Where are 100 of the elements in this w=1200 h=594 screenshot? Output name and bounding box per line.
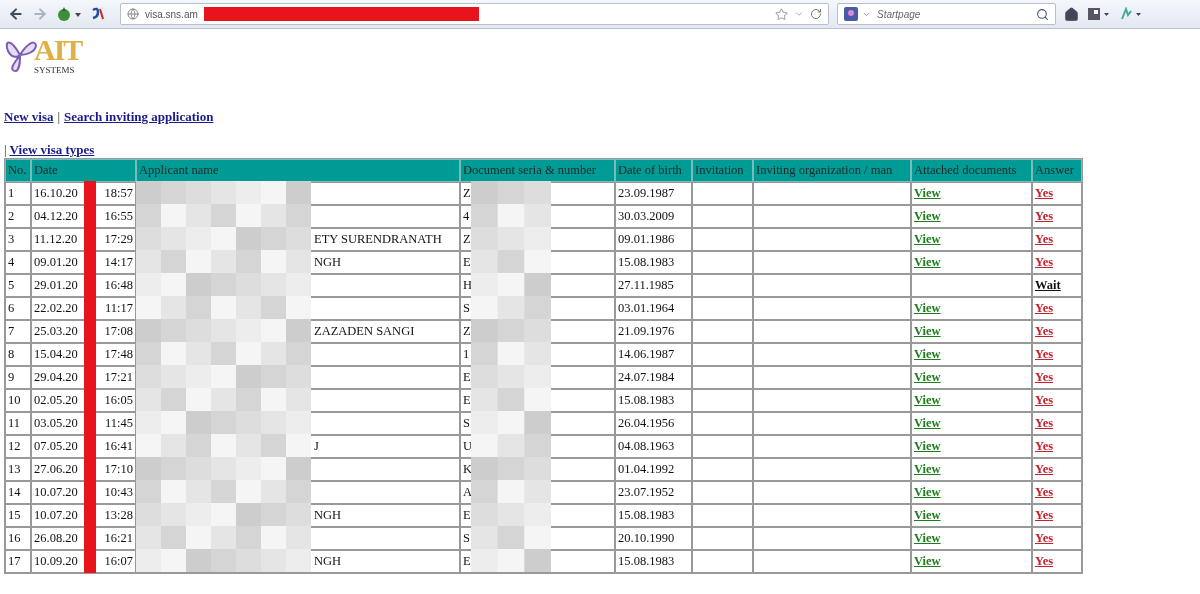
- date-text: 29.04.20: [34, 370, 78, 385]
- view-link[interactable]: View: [914, 416, 941, 430]
- date-text: 10.09.20: [34, 554, 78, 569]
- table-cell: 2: [5, 205, 31, 228]
- table-cell: 01.04.1992: [615, 458, 692, 481]
- view-link[interactable]: View: [914, 439, 941, 453]
- date-text: 29.01.20: [34, 278, 78, 293]
- table-cell: 30.03.2009: [615, 205, 692, 228]
- document-text: E: [463, 508, 471, 522]
- table-cell: 8: [5, 343, 31, 366]
- view-link[interactable]: View: [914, 554, 941, 568]
- table-cell: 03.01.1964: [615, 297, 692, 320]
- time-text: 16:41: [104, 439, 133, 454]
- address-field[interactable]: visa.sns.am: [120, 3, 829, 25]
- document-text: S: [463, 301, 470, 315]
- search-engine-icon[interactable]: [844, 7, 858, 21]
- time-text: 16:55: [104, 209, 133, 224]
- logo-subtitle: SYSTEMS: [34, 65, 75, 76]
- table-cell: 15.08.1983: [615, 389, 692, 412]
- document-text: H: [463, 278, 473, 292]
- logo-title: AIT: [34, 35, 82, 65]
- view-link[interactable]: View: [914, 324, 941, 338]
- applicant-name: ETY SURENDRANATH: [314, 232, 442, 246]
- table-cell: 7: [5, 320, 31, 343]
- time-text: 16:07: [104, 554, 133, 569]
- view-link[interactable]: View: [914, 186, 941, 200]
- table-cell: 13: [5, 458, 31, 481]
- date-text: 15.04.20: [34, 347, 78, 362]
- view-link[interactable]: View: [914, 232, 941, 246]
- table-cell: 5: [5, 274, 31, 297]
- table-cell: 24.07.1984: [615, 366, 692, 389]
- time-text: 11:45: [105, 416, 133, 431]
- back-icon[interactable]: [8, 6, 24, 22]
- applicant-name: NGH: [314, 255, 342, 269]
- table-cell: 27.11.1985: [615, 274, 692, 297]
- date-text: 03.05.20: [34, 416, 78, 431]
- date-text: 10.07.20: [34, 508, 78, 523]
- visa-types-link[interactable]: View visa types: [9, 142, 95, 158]
- document-text: U: [463, 439, 473, 453]
- date-text: 16.10.20: [34, 186, 78, 201]
- applicant-name: J: [314, 439, 319, 453]
- time-text: 16:05: [104, 393, 133, 408]
- column-header: Date of birth: [615, 159, 692, 182]
- view-link[interactable]: View: [914, 209, 941, 223]
- date-text: 22.02.20: [34, 301, 78, 316]
- document-text: Z: [463, 324, 471, 338]
- table-cell: 15: [5, 504, 31, 527]
- table-cell: 15.08.1983: [615, 550, 692, 573]
- document-text: A: [463, 485, 473, 499]
- reload-icon[interactable]: [810, 8, 822, 20]
- column-header: Attached documents: [911, 159, 1032, 182]
- column-header: Inviting organization / man: [753, 159, 911, 182]
- column-header: Applicant name: [136, 159, 460, 182]
- date-text: 11.12.20: [34, 232, 78, 247]
- date-text: 02.05.20: [34, 393, 78, 408]
- view-link[interactable]: View: [914, 393, 941, 407]
- time-text: 17:21: [104, 370, 133, 385]
- date-text: 09.01.20: [34, 255, 78, 270]
- separator: |: [57, 109, 61, 125]
- star-icon[interactable]: [775, 7, 788, 21]
- document-text: E: [463, 255, 471, 269]
- view-link[interactable]: View: [914, 531, 941, 545]
- window-icon[interactable]: [1087, 7, 1111, 21]
- time-text: 16:21: [104, 531, 133, 546]
- view-link[interactable]: View: [914, 462, 941, 476]
- date-text: 25.03.20: [34, 324, 78, 339]
- table-cell: 23.09.1987: [615, 182, 692, 205]
- document-text: Z: [463, 186, 471, 200]
- table-cell: 17: [5, 550, 31, 573]
- separator: |: [4, 142, 7, 158]
- table-cell: 09.01.1986: [615, 228, 692, 251]
- date-text: 04.12.20: [34, 209, 78, 224]
- view-link[interactable]: View: [914, 485, 941, 499]
- time-text: 16:48: [104, 278, 133, 293]
- nav-link[interactable]: Search inviting application: [64, 109, 214, 125]
- view-link[interactable]: View: [914, 508, 941, 522]
- view-link[interactable]: View: [914, 301, 941, 315]
- time-text: 14:17: [104, 255, 133, 270]
- table-cell: 3: [5, 228, 31, 251]
- column-header: Document seria & number: [460, 159, 615, 182]
- document-text: 4: [463, 209, 470, 223]
- time-text: 13:28: [104, 508, 133, 523]
- home-icon[interactable]: [1064, 6, 1079, 22]
- nav-link[interactable]: New visa: [4, 109, 54, 125]
- date-text: 27.06.20: [34, 462, 78, 477]
- column-header: Date: [31, 159, 136, 182]
- view-link[interactable]: View: [914, 255, 941, 269]
- time-text: 17:48: [104, 347, 133, 362]
- search-icon[interactable]: [1036, 7, 1049, 21]
- view-link[interactable]: View: [914, 347, 941, 361]
- table-cell: 12: [5, 435, 31, 458]
- search-input[interactable]: Startpage: [875, 7, 1032, 21]
- table-cell: 10: [5, 389, 31, 412]
- document-text: E: [463, 370, 471, 384]
- table-cell: 14.06.1987: [615, 343, 692, 366]
- time-text: 17:08: [104, 324, 133, 339]
- table-cell: 15.08.1983: [615, 504, 692, 527]
- document-text: S: [463, 416, 470, 430]
- view-link[interactable]: View: [914, 370, 941, 384]
- search-box[interactable]: Startpage: [837, 3, 1056, 25]
